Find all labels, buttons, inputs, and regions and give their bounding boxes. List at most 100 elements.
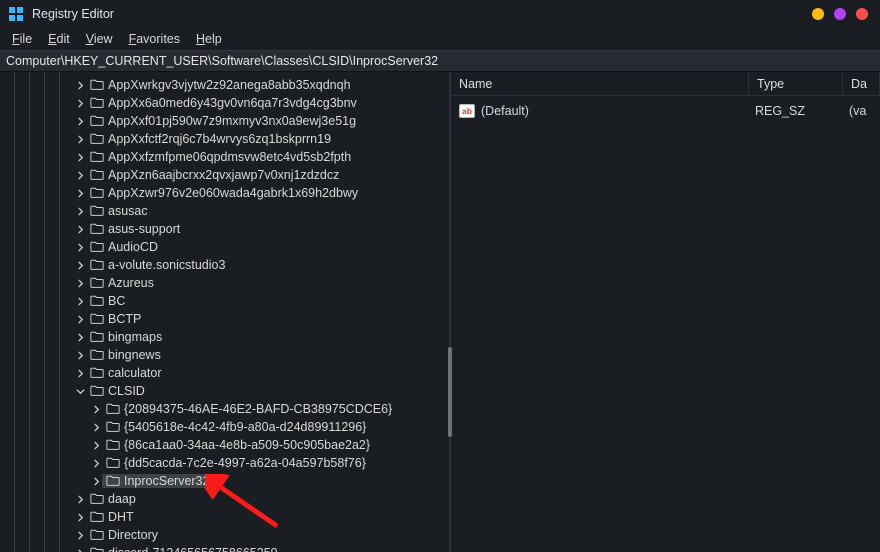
folder-icon	[90, 348, 104, 362]
chevron-right-icon[interactable]	[74, 313, 86, 325]
folder-icon	[90, 330, 104, 344]
tree-item[interactable]: {5405618e-4c42-4fb9-a80a-d24d89911296}	[0, 418, 449, 436]
tree-item[interactable]: Directory	[0, 526, 449, 544]
string-value-icon: ab	[459, 103, 475, 119]
tree-item-label: daap	[108, 492, 136, 506]
menu-file[interactable]: File	[6, 30, 38, 48]
tree-item[interactable]: a-volute.sonicstudio3	[0, 256, 449, 274]
menu-view[interactable]: View	[80, 30, 119, 48]
tree-item-label: AppXx6a0med6y43gv0vn6qa7r3vdg4cg3bnv	[108, 96, 357, 110]
chevron-right-icon	[74, 547, 86, 552]
tree-item[interactable]: calculator	[0, 364, 449, 382]
content: AppXwrkgv3vjytw2z92anega8abb35xqdnqh App…	[0, 72, 880, 552]
tree-item[interactable]: AppXx6a0med6y43gv0vn6qa7r3vdg4cg3bnv	[0, 94, 449, 112]
chevron-right-icon[interactable]	[90, 439, 102, 451]
chevron-right-icon	[74, 349, 86, 361]
regedit-icon	[8, 6, 24, 22]
value-row[interactable]: ab (Default)REG_SZ(va	[451, 100, 880, 122]
tree-item-label-wrap: daap	[86, 492, 138, 506]
tree-item[interactable]: {dd5cacda-7c2e-4997-a62a-04a597b58f76}	[0, 454, 449, 472]
tree-item-label-wrap: BCTP	[86, 312, 143, 326]
menu-help[interactable]: Help	[190, 30, 228, 48]
tree-item-label: bingnews	[108, 348, 161, 362]
tree-item[interactable]: discord-712465656758665259	[0, 544, 449, 552]
tree-item[interactable]: daap	[0, 490, 449, 508]
chevron-right-icon	[90, 475, 102, 487]
tree-item[interactable]: asus-support	[0, 220, 449, 238]
tree-item[interactable]: AppXwrkgv3vjytw2z92anega8abb35xqdnqh	[0, 76, 449, 94]
tree-item[interactable]: AppXzwr976v2e060wada4gabrk1x69h2dbwy	[0, 184, 449, 202]
chevron-right-icon[interactable]	[74, 187, 86, 199]
chevron-right-icon	[74, 493, 86, 505]
tree-item[interactable]: {86ca1aa0-34aa-4e8b-a509-50c905bae2a2}	[0, 436, 449, 454]
tree-item[interactable]: InprocServer32	[0, 472, 449, 490]
menu-edit[interactable]: Edit	[42, 30, 76, 48]
chevron-right-icon	[74, 241, 86, 253]
tree-item-label-wrap: bingnews	[86, 348, 163, 362]
registry-tree: AppXwrkgv3vjytw2z92anega8abb35xqdnqh App…	[0, 76, 449, 552]
tree-item[interactable]: AppXxf01pj590w7z9mxmyv3nx0a9ewj3e51g	[0, 112, 449, 130]
chevron-right-icon[interactable]	[74, 133, 86, 145]
minimize-dot[interactable]	[812, 8, 824, 20]
column-data[interactable]: Da	[843, 72, 880, 95]
tree-pane[interactable]: AppXwrkgv3vjytw2z92anega8abb35xqdnqh App…	[0, 72, 449, 552]
menu-favorites[interactable]: Favorites	[123, 30, 186, 48]
chevron-right-icon[interactable]	[74, 511, 86, 523]
tree-item-label-wrap: Azureus	[86, 276, 156, 290]
tree-item-label-wrap: AudioCD	[86, 240, 160, 254]
folder-icon	[90, 528, 104, 542]
folder-icon	[90, 492, 104, 506]
splitter-thumb[interactable]	[448, 347, 452, 437]
splitter[interactable]	[449, 72, 451, 552]
tree-item[interactable]: Azureus	[0, 274, 449, 292]
tree-item-label: {5405618e-4c42-4fb9-a80a-d24d89911296}	[124, 420, 366, 434]
chevron-right-icon[interactable]	[74, 295, 86, 307]
tree-item[interactable]: {20894375-46AE-46E2-BAFD-CB38975CDCE6}	[0, 400, 449, 418]
tree-item-label-wrap: Directory	[86, 528, 160, 542]
tree-item-label: bingmaps	[108, 330, 162, 344]
tree-item[interactable]: CLSID	[0, 382, 449, 400]
tree-item-label-wrap: discord-712465656758665259	[86, 546, 280, 552]
tree-item[interactable]: AppXzn6aajbcrxx2qvxjawp7v0xnj1zdzdcz	[0, 166, 449, 184]
window-title: Registry Editor	[32, 7, 114, 21]
values-pane[interactable]: Name Type Da ab (Default)REG_SZ(va	[451, 72, 880, 552]
folder-icon	[90, 222, 104, 236]
tree-item-label: AppXxfctf2rqj6c7b4wrvys6zq1bskprrn19	[108, 132, 331, 146]
folder-icon	[90, 312, 104, 326]
tree-item-label: CLSID	[108, 384, 145, 398]
chevron-right-icon[interactable]	[74, 169, 86, 181]
folder-icon	[106, 456, 120, 470]
chevron-right-icon[interactable]	[74, 97, 86, 109]
tree-item[interactable]: DHT	[0, 508, 449, 526]
folder-icon	[106, 420, 120, 434]
folder-icon	[90, 510, 104, 524]
chevron-right-icon[interactable]	[90, 403, 102, 415]
chevron-right-icon[interactable]	[90, 421, 102, 433]
column-name[interactable]: Name	[451, 72, 749, 95]
chevron-right-icon[interactable]	[90, 457, 102, 469]
address-bar[interactable]: Computer\HKEY_CURRENT_USER\Software\Clas…	[0, 50, 880, 72]
tree-item-label-wrap: calculator	[86, 366, 164, 380]
folder-icon	[90, 384, 104, 398]
tree-item-label: {20894375-46AE-46E2-BAFD-CB38975CDCE6}	[124, 402, 392, 416]
chevron-right-icon[interactable]	[74, 151, 86, 163]
folder-icon	[106, 402, 120, 416]
value-name: (Default)	[481, 104, 755, 118]
tree-item-label: BC	[108, 294, 125, 308]
column-type[interactable]: Type	[749, 72, 843, 95]
tree-item[interactable]: AppXxfzmfpme06qpdmsvw8etc4vd5sb2fpth	[0, 148, 449, 166]
chevron-right-icon[interactable]	[74, 79, 86, 91]
chevron-down-icon[interactable]	[74, 385, 86, 397]
chevron-right-icon	[74, 205, 86, 217]
tree-item[interactable]: AppXxfctf2rqj6c7b4wrvys6zq1bskprrn19	[0, 130, 449, 148]
chevron-right-icon[interactable]	[74, 115, 86, 127]
tree-item[interactable]: bingmaps	[0, 328, 449, 346]
close-dot[interactable]	[856, 8, 868, 20]
chevron-right-icon[interactable]	[74, 529, 86, 541]
tree-item[interactable]: asusac	[0, 202, 449, 220]
tree-item[interactable]: BC	[0, 292, 449, 310]
maximize-dot[interactable]	[834, 8, 846, 20]
tree-item[interactable]: AudioCD	[0, 238, 449, 256]
tree-item[interactable]: BCTP	[0, 310, 449, 328]
tree-item[interactable]: bingnews	[0, 346, 449, 364]
